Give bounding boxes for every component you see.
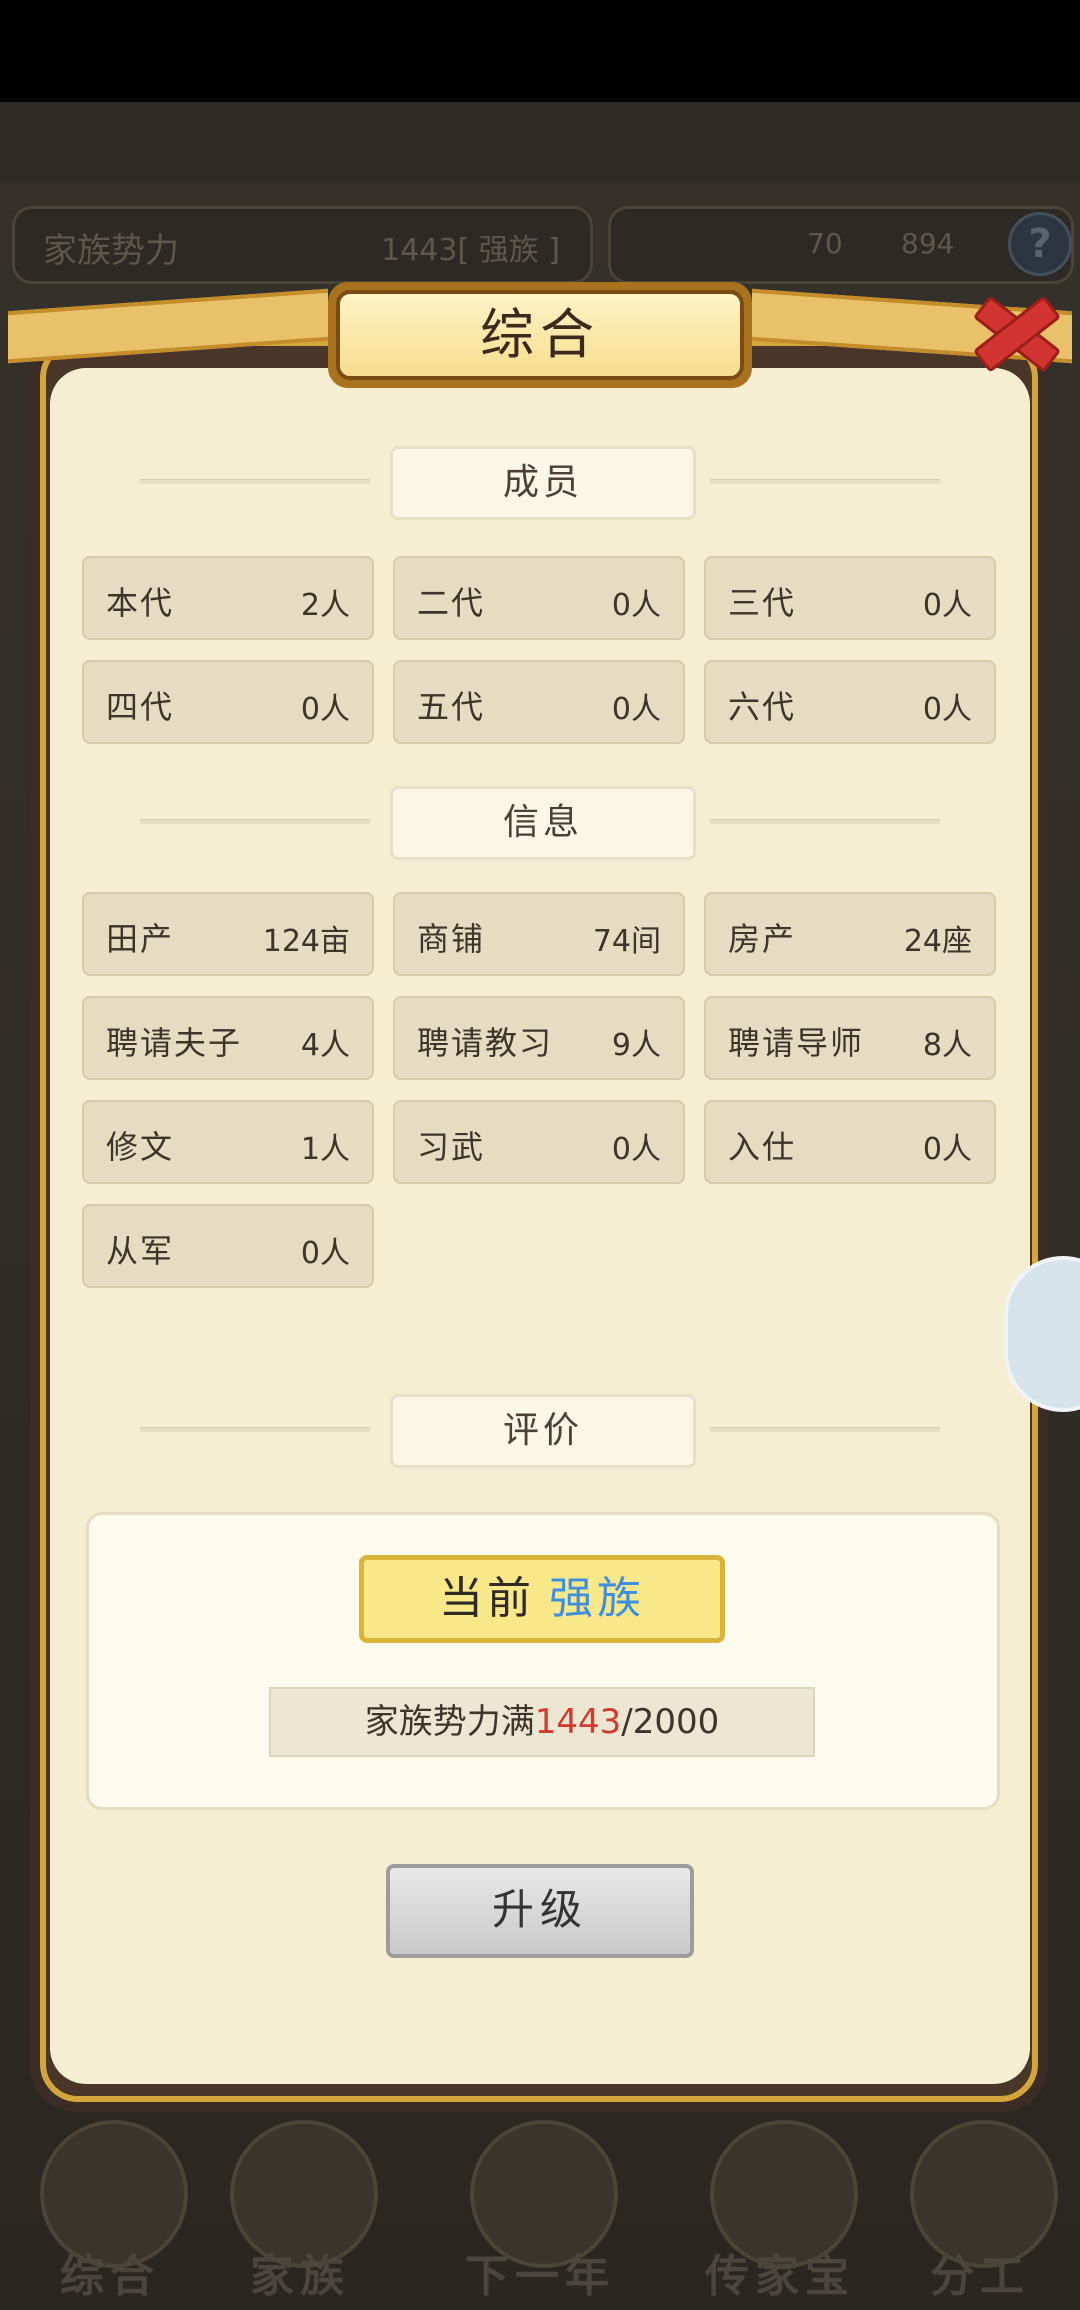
nav-heirloom[interactable]: 传家宝 [680, 2100, 880, 2310]
stat-cell: 田产 124亩 [82, 892, 374, 976]
stat-cell: 四代 0人 [82, 660, 374, 744]
floating-assistant-bubble[interactable] [1004, 1256, 1080, 1412]
coins-count: 894 [901, 227, 955, 260]
stat-cell: 习武 0人 [393, 1100, 685, 1184]
section-info: 信息 [140, 786, 940, 860]
section-title: 信息 [390, 786, 696, 860]
family-power-value: 1443[ 强族 ] [381, 233, 560, 268]
stat-cell: 商铺 74间 [393, 892, 685, 976]
section-evaluation: 评价 [140, 1394, 940, 1468]
evaluation-box: 当前 强族 家族势力满1443/2000 [86, 1512, 1000, 1810]
nav-family[interactable]: 家族 [200, 2100, 400, 2310]
gems-count: 70 [807, 227, 843, 260]
family-power-progress: 家族势力满1443/2000 [269, 1687, 815, 1757]
stat-cell: 聘请教习 9人 [393, 996, 685, 1080]
stat-cell: 聘请夫子 4人 [82, 996, 374, 1080]
progress-max: /2000 [621, 1702, 720, 1742]
dialog-title: 综合 [336, 290, 744, 380]
stat-cell: 五代 0人 [393, 660, 685, 744]
stat-cell: 二代 0人 [393, 556, 685, 640]
stat-cell: 本代 2人 [82, 556, 374, 640]
help-button[interactable]: ? [1008, 212, 1072, 276]
stat-cell: 三代 0人 [704, 556, 996, 640]
section-title: 评价 [390, 1394, 696, 1468]
nav-next-year[interactable]: 下一年 [440, 2100, 640, 2310]
status-bar [0, 0, 1080, 102]
family-power-label: 家族势力 [43, 231, 179, 271]
stat-cell: 聘请导师 8人 [704, 996, 996, 1080]
rank-name: 强族 [549, 1573, 645, 1624]
stat-cell: 房产 24座 [704, 892, 996, 976]
current-rank-badge: 当前 强族 [359, 1555, 725, 1643]
section-title: 成员 [390, 446, 696, 520]
section-members: 成员 [140, 446, 940, 520]
stat-cell: 修文 1人 [82, 1100, 374, 1184]
dialog-title-plate: 综合 [328, 282, 752, 388]
stat-cell: 入仕 0人 [704, 1100, 996, 1184]
bottom-nav: 综合 家族 下一年 传家宝 分工 [0, 2100, 1080, 2310]
progress-current: 1443 [534, 1702, 622, 1742]
nav-assignment[interactable]: 分工 [880, 2100, 1080, 2310]
close-button[interactable] [962, 280, 1062, 380]
stat-cell: 六代 0人 [704, 660, 996, 744]
upgrade-button[interactable]: 升级 [386, 1864, 694, 1958]
currency-bar: 70 894 [608, 206, 1074, 284]
stat-cell: 从军 0人 [82, 1204, 374, 1288]
nav-overview[interactable]: 综合 [10, 2100, 210, 2310]
family-power-bar: 家族势力 1443[ 强族 ] [12, 206, 593, 284]
